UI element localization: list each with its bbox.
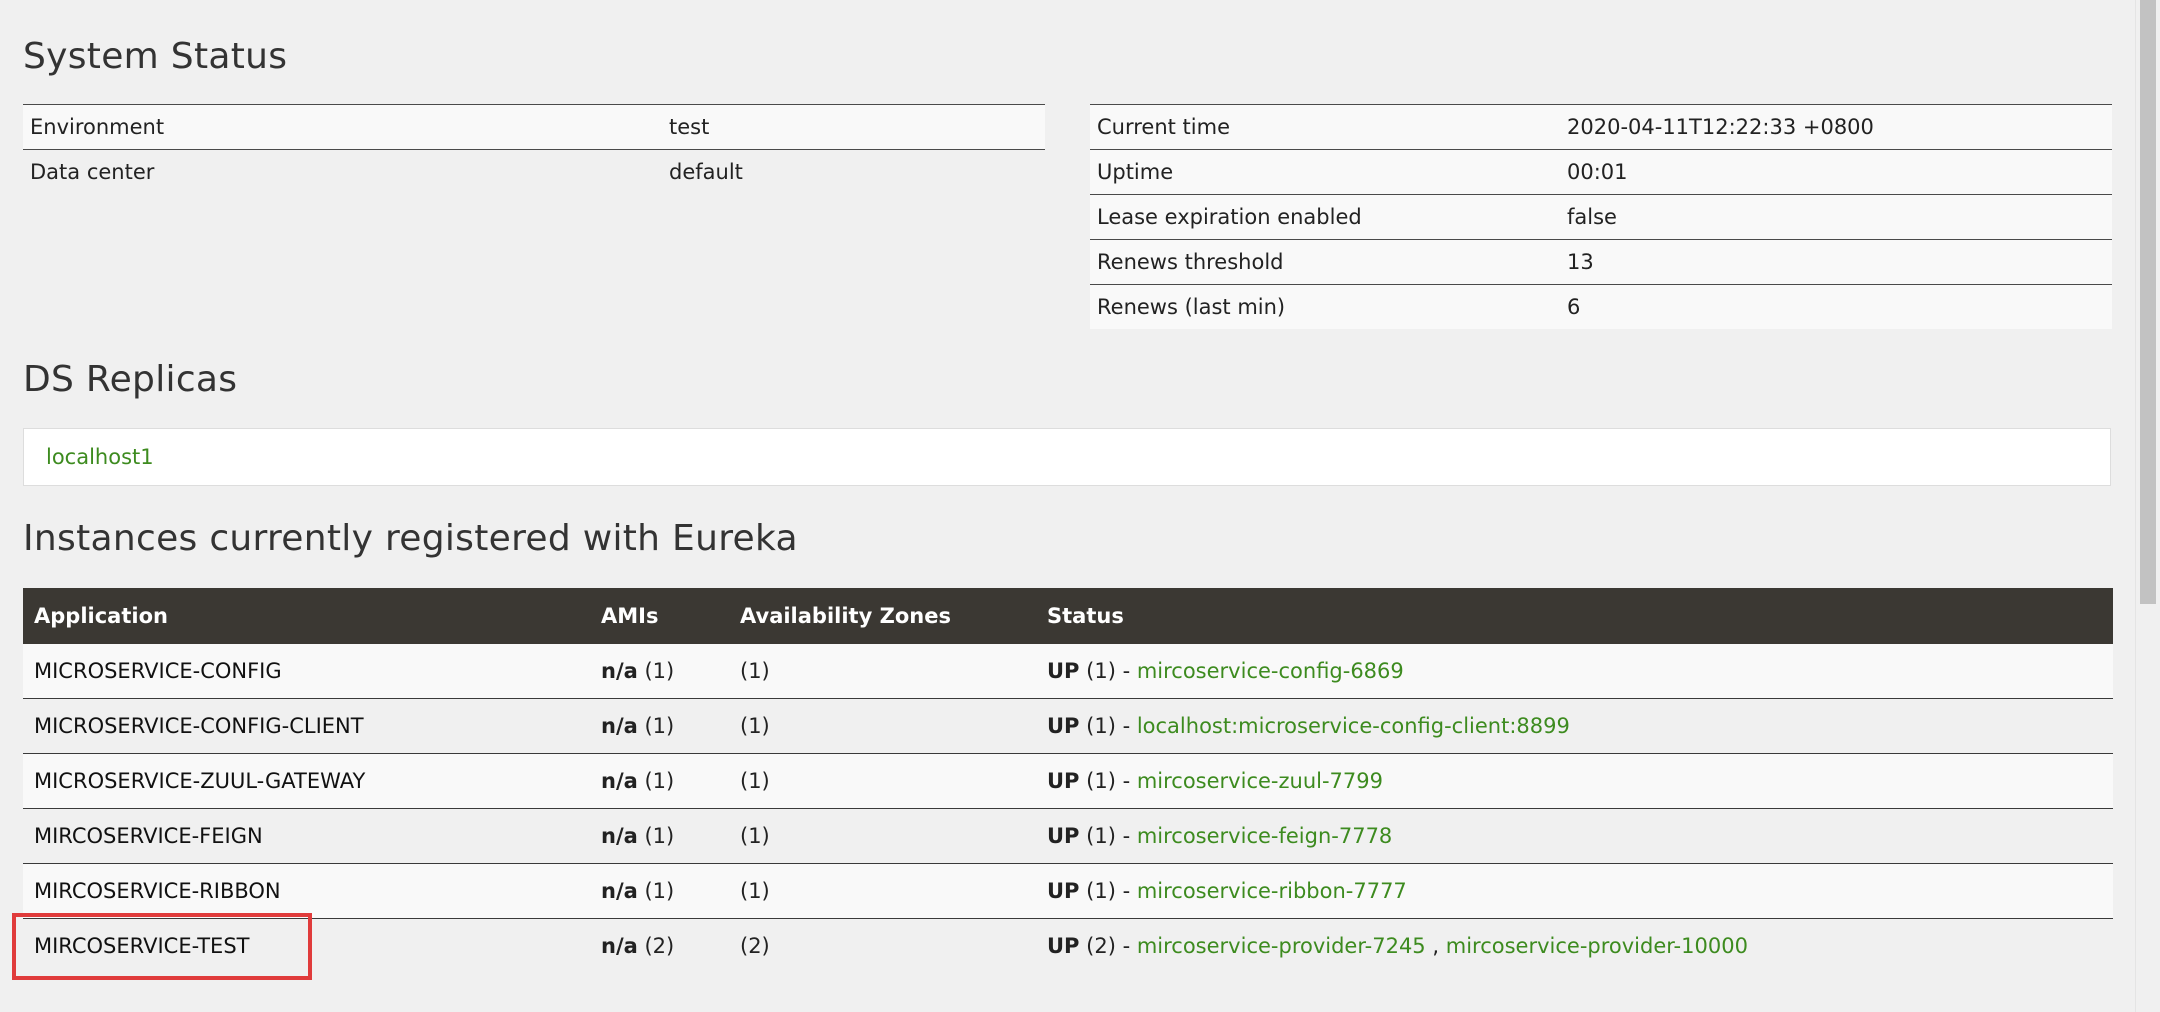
uptime-value: 00:01	[1560, 149, 2112, 195]
amis-count: (1)	[644, 714, 675, 738]
lease-expiration-value: false	[1560, 194, 2112, 240]
instance-link[interactable]: mircoservice-provider-10000	[1446, 934, 1748, 958]
amis-cell: n/a (1)	[590, 863, 729, 919]
column-status: Status	[1036, 588, 2113, 644]
renews-last-min-label: Renews (last min)	[1090, 284, 1560, 329]
amis-count: (1)	[644, 659, 675, 683]
instance-link[interactable]: mircoservice-zuul-7799	[1137, 769, 1383, 793]
amis-cell: n/a (1)	[590, 698, 729, 754]
amis-cell: n/a (2)	[590, 918, 729, 973]
status-up: UP	[1047, 934, 1080, 958]
status-up: UP	[1047, 659, 1080, 683]
renews-threshold-row: Renews threshold 13	[1090, 239, 2112, 285]
status-count: (1) -	[1086, 659, 1131, 683]
system-status-heading: System Status	[23, 36, 288, 77]
ds-replicas-heading: DS Replicas	[23, 359, 238, 400]
link-separator: ,	[1432, 934, 1440, 958]
renews-threshold-label: Renews threshold	[1090, 239, 1560, 285]
amis-value: n/a	[601, 879, 638, 903]
status-cell: UP (1) - mircoservice-zuul-7799	[1036, 753, 2113, 809]
instances-table: Application AMIs Availability Zones Stat…	[23, 588, 2113, 973]
table-row: MICROSERVICE-CONFIG-CLIENT n/a (1) (1) U…	[23, 698, 2113, 754]
instances-header-row: Application AMIs Availability Zones Stat…	[23, 588, 2113, 644]
status-up: UP	[1047, 824, 1080, 848]
vertical-scrollbar[interactable]	[2135, 0, 2160, 1012]
amis-cell: n/a (1)	[590, 753, 729, 809]
environment-label: Environment	[23, 104, 662, 150]
ds-replicas-list: localhost1	[23, 428, 2111, 486]
renews-threshold-value: 13	[1560, 239, 2112, 285]
application-name: MICROSERVICE-CONFIG-CLIENT	[23, 698, 590, 754]
status-up: UP	[1047, 714, 1080, 738]
column-application: Application	[23, 588, 590, 644]
application-name: MICROSERVICE-ZUUL-GATEWAY	[23, 753, 590, 809]
status-count: (1) -	[1086, 714, 1131, 738]
status-cell: UP (1) - mircoservice-config-6869	[1036, 644, 2113, 699]
data-center-value: default	[662, 149, 1045, 194]
replica-link-localhost1[interactable]: localhost1	[46, 445, 154, 469]
instance-link[interactable]: mircoservice-feign-7778	[1137, 824, 1392, 848]
table-row: MIRCOSERVICE-TEST n/a (2) (2) UP (2) - m…	[23, 918, 2113, 973]
scrollbar-thumb[interactable]	[2140, 0, 2156, 604]
column-amis: AMIs	[590, 588, 729, 644]
table-row: MICROSERVICE-ZUUL-GATEWAY n/a (1) (1) UP…	[23, 753, 2113, 809]
amis-value: n/a	[601, 659, 638, 683]
status-up: UP	[1047, 879, 1080, 903]
current-time-row: Current time 2020-04-11T12:22:33 +0800	[1090, 104, 2112, 150]
column-availability-zones: Availability Zones	[729, 588, 1036, 644]
instances-heading: Instances currently registered with Eure…	[23, 518, 798, 559]
data-center-row: Data center default	[23, 149, 1045, 194]
amis-cell: n/a (1)	[590, 644, 729, 699]
application-name: MIRCOSERVICE-TEST	[23, 918, 590, 973]
status-cell: UP (2) - mircoservice-provider-7245 , mi…	[1036, 918, 2113, 973]
amis-count: (1)	[644, 824, 675, 848]
lease-expiration-row: Lease expiration enabled false	[1090, 194, 2112, 240]
environment-value: test	[662, 104, 1045, 150]
uptime-row: Uptime 00:01	[1090, 149, 2112, 195]
status-up: UP	[1047, 769, 1080, 793]
amis-value: n/a	[601, 714, 638, 738]
table-row: MICROSERVICE-CONFIG n/a (1) (1) UP (1) -…	[23, 644, 2113, 699]
zones-cell: (1)	[729, 753, 1036, 809]
application-name: MICROSERVICE-CONFIG	[23, 644, 590, 699]
zones-cell: (1)	[729, 863, 1036, 919]
zones-cell: (1)	[729, 644, 1036, 699]
current-time-value: 2020-04-11T12:22:33 +0800	[1560, 104, 2112, 150]
table-row: MIRCOSERVICE-RIBBON n/a (1) (1) UP (1) -…	[23, 863, 2113, 919]
instance-link[interactable]: localhost:microservice-config-client:889…	[1137, 714, 1570, 738]
amis-count: (1)	[644, 769, 675, 793]
instance-link[interactable]: mircoservice-config-6869	[1137, 659, 1404, 683]
environment-row: Environment test	[23, 104, 1045, 150]
instance-link[interactable]: mircoservice-ribbon-7777	[1137, 879, 1407, 903]
status-count: (1) -	[1086, 824, 1131, 848]
zones-cell: (1)	[729, 698, 1036, 754]
system-status-right-table: Current time 2020-04-11T12:22:33 +0800 U…	[1090, 104, 2112, 329]
uptime-label: Uptime	[1090, 149, 1560, 195]
amis-count: (1)	[644, 879, 675, 903]
application-name: MIRCOSERVICE-RIBBON	[23, 863, 590, 919]
amis-value: n/a	[601, 934, 638, 958]
instance-link[interactable]: mircoservice-provider-7245	[1137, 934, 1426, 958]
status-count: (1) -	[1086, 879, 1131, 903]
status-count: (1) -	[1086, 769, 1131, 793]
status-count: (2) -	[1086, 934, 1131, 958]
data-center-label: Data center	[23, 149, 662, 194]
amis-cell: n/a (1)	[590, 808, 729, 864]
renews-last-min-value: 6	[1560, 284, 2112, 329]
amis-count: (2)	[644, 934, 675, 958]
status-cell: UP (1) - mircoservice-feign-7778	[1036, 808, 2113, 864]
system-status-left-table: Environment test Data center default	[23, 104, 1045, 194]
status-cell: UP (1) - mircoservice-ribbon-7777	[1036, 863, 2113, 919]
current-time-label: Current time	[1090, 104, 1560, 150]
renews-last-min-row: Renews (last min) 6	[1090, 284, 2112, 329]
table-row: MIRCOSERVICE-FEIGN n/a (1) (1) UP (1) - …	[23, 808, 2113, 864]
application-name: MIRCOSERVICE-FEIGN	[23, 808, 590, 864]
amis-value: n/a	[601, 769, 638, 793]
zones-cell: (1)	[729, 808, 1036, 864]
status-cell: UP (1) - localhost:microservice-config-c…	[1036, 698, 2113, 754]
zones-cell: (2)	[729, 918, 1036, 973]
amis-value: n/a	[601, 824, 638, 848]
lease-expiration-label: Lease expiration enabled	[1090, 194, 1560, 240]
